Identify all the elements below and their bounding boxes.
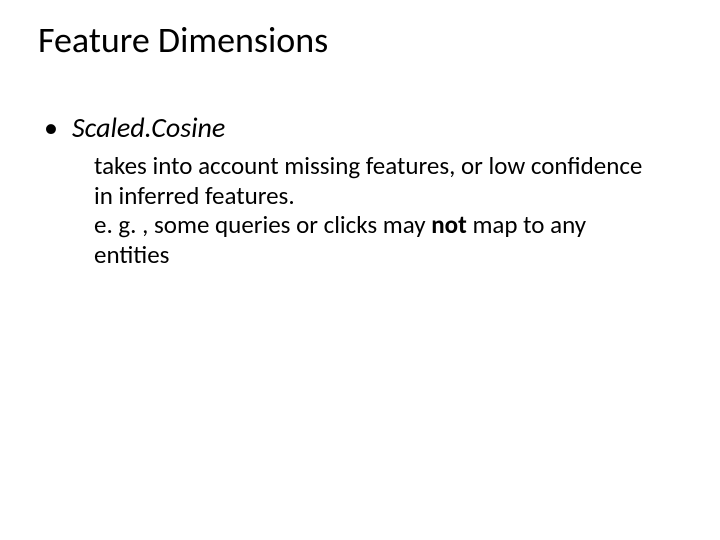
description-line-1: takes into account missing features, or … xyxy=(94,151,654,210)
bullet-item: • Scaled.Cosine xyxy=(38,110,680,145)
description-line-2-pre: e. g. , some queries or clicks may xyxy=(94,209,431,240)
bullet-description: takes into account missing features, or … xyxy=(94,151,654,269)
bullet-label: Scaled.Cosine xyxy=(72,110,225,145)
slide-title: Feature Dimensions xyxy=(38,18,328,62)
description-line-2-bold: not xyxy=(431,209,467,240)
description-line-2: e. g. , some queries or clicks may not m… xyxy=(94,210,654,269)
slide-content: • Scaled.Cosine takes into account missi… xyxy=(38,110,680,269)
bullet-marker: • xyxy=(44,114,58,142)
slide: Feature Dimensions • Scaled.Cosine takes… xyxy=(0,0,720,540)
